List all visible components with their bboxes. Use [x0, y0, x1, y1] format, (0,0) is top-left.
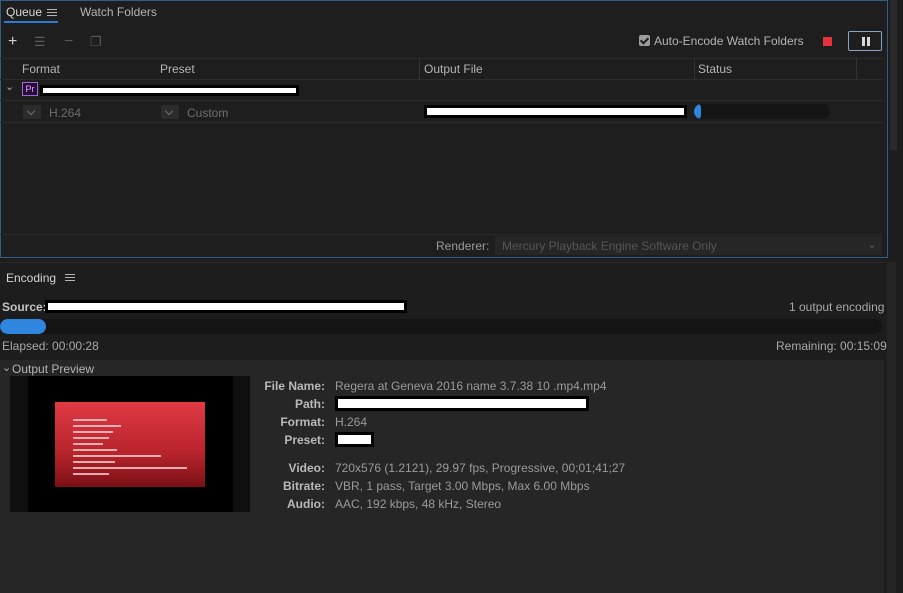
bitrate-value: VBR, 1 pass, Target 3.00 Mbps, Max 6.00 … [335, 479, 590, 493]
add-source-icon[interactable]: + [8, 34, 17, 50]
bitrate-label: Bitrate: [282, 479, 325, 493]
auto-encode-label: Auto-Encode Watch Folders [654, 34, 804, 48]
output-count: 1 output encoding [789, 300, 885, 314]
duplicate-icon[interactable]: ❐ [90, 34, 102, 50]
format-detail-value: H.264 [335, 415, 368, 429]
settings-sliders-icon[interactable]: ☰ [34, 34, 46, 50]
column-output-file[interactable]: Output File [424, 62, 483, 76]
chevron-down-icon[interactable]: ⌄ [2, 361, 11, 374]
renderer-label: Renderer: [436, 239, 490, 253]
encoding-menu-icon[interactable] [65, 274, 75, 282]
chevron-down-icon[interactable]: ⌄ [5, 80, 14, 93]
premiere-pro-icon: Pr [22, 82, 38, 96]
column-format[interactable]: Format [22, 62, 60, 76]
queue-menu-icon[interactable] [47, 9, 57, 17]
row-divider [0, 122, 883, 123]
encoding-panel-title: Encoding [6, 271, 57, 285]
remove-icon[interactable]: − [64, 34, 73, 50]
renderer-value: Mercury Playback Engine Software Only [502, 239, 717, 253]
header-top-divider [0, 58, 883, 59]
preview-text-line [73, 455, 161, 457]
preset-dropdown[interactable] [161, 105, 179, 119]
header-bottom-divider [0, 79, 883, 80]
video-value: 720x576 (1.2121), 29.97 fps, Progressive… [335, 461, 626, 475]
job-status-progress [694, 104, 830, 119]
video-label: Video: [288, 461, 325, 475]
pause-queue-button[interactable] [848, 31, 882, 51]
path-label: Path: [295, 397, 325, 411]
source-label: Source: [2, 300, 47, 314]
auto-encode-checkbox[interactable] [639, 35, 650, 46]
column-separator [694, 59, 695, 79]
job-status-fill [694, 104, 701, 119]
encoding-progress-bar [0, 319, 882, 334]
column-status[interactable]: Status [698, 62, 732, 76]
file-name-label: File Name: [264, 379, 325, 393]
source-path-redacted [45, 300, 407, 313]
remaining-time: Remaining: 00:15:09 [776, 339, 887, 353]
row-divider [0, 100, 883, 101]
column-preset[interactable]: Preset [160, 62, 195, 76]
chevron-down-icon: ⌄ [867, 237, 878, 251]
audio-label: Audio: [287, 497, 325, 511]
format-value[interactable]: H.264 [49, 106, 81, 120]
stop-queue-button[interactable] [823, 37, 832, 46]
renderer-divider [0, 234, 883, 235]
elapsed-time: Elapsed: 00:00:28 [2, 339, 99, 353]
renderer-select[interactable]: Mercury Playback Engine Software Only ⌄ [495, 236, 882, 255]
encoding-progress-fill [0, 319, 46, 334]
output-file-redacted[interactable] [424, 105, 687, 118]
column-separator [419, 59, 420, 79]
output-preview-title[interactable]: Output Preview [12, 362, 94, 376]
format-dropdown[interactable] [23, 105, 41, 119]
source-name-redacted[interactable] [40, 85, 299, 96]
preset-label: Preset: [284, 433, 325, 447]
column-separator [856, 59, 857, 79]
tab-queue[interactable]: Queue [6, 5, 42, 19]
preview-text-line [73, 449, 117, 451]
file-name-value: Regera at Geneva 2016 name 3.7.38 10 .mp… [335, 379, 607, 393]
format-label: Format: [280, 415, 325, 429]
preset-value[interactable]: Custom [187, 106, 228, 120]
path-value-redacted [335, 396, 589, 411]
encoding-scrollbar[interactable] [887, 262, 896, 593]
queue-scrollbar[interactable] [890, 0, 897, 150]
active-tab-indicator [4, 21, 58, 23]
audio-value: AAC, 192 kbps, 48 kHz, Stereo [335, 497, 502, 511]
preset-value-redacted [335, 432, 374, 447]
panel-divider [0, 262, 888, 263]
tab-watch-folders[interactable]: Watch Folders [80, 5, 157, 19]
